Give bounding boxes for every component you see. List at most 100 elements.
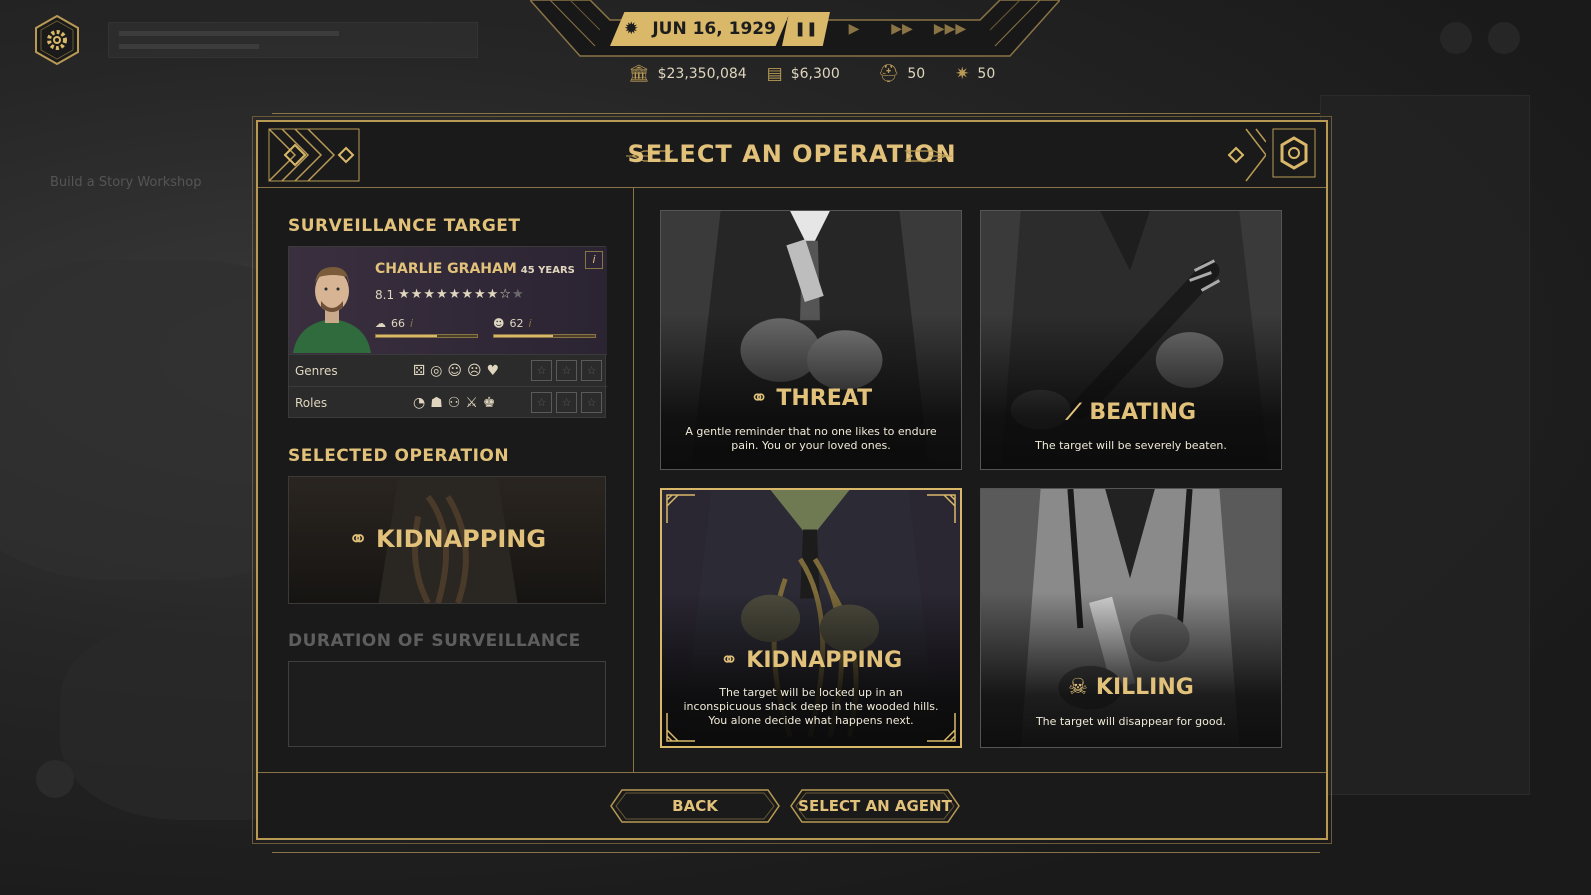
stat-info-icon: i: [410, 317, 414, 330]
operation-card-killing[interactable]: ☠ KILLING The target will disappear for g…: [980, 488, 1282, 748]
notification-bar[interactable]: [108, 22, 478, 58]
fast-forward-button[interactable]: ▶▶: [878, 12, 926, 46]
target-name-row: CHARLIE GRAHAM 45 YEARS: [375, 261, 575, 277]
target-name: CHARLIE GRAHAM: [375, 261, 517, 277]
target-stat-1: ☁ 66 i: [375, 317, 478, 338]
divider: [272, 113, 1320, 114]
target-portrait: [293, 267, 371, 353]
rating-value: 8.1: [375, 287, 395, 302]
empty-slot[interactable]: ☆: [531, 360, 552, 381]
left-column: SURVEILLANCE TARGET i CHARLIE GRAHAM 45 Y…: [258, 188, 634, 772]
drama-mask-icon[interactable]: ☹: [467, 363, 482, 379]
back-label: BACK: [672, 797, 718, 815]
fastest-forward-icon: ▶▶▶: [933, 21, 967, 37]
pause-button[interactable]: ❚❚: [782, 12, 830, 46]
surveillance-target-heading: SURVEILLANCE TARGET: [288, 216, 521, 236]
stat-2-bar: [493, 334, 596, 338]
dice-icon[interactable]: ⚄: [413, 363, 425, 379]
select-agent-button[interactable]: SELECT AN AGENT: [790, 789, 960, 823]
selected-operation-heading: SELECTED OPERATION: [288, 446, 510, 466]
rope-icon: ⚭: [347, 525, 369, 553]
empty-slot[interactable]: ☆: [556, 392, 577, 413]
fighter-icon[interactable]: ⚔: [465, 395, 478, 411]
back-button[interactable]: BACK: [610, 789, 780, 823]
selected-corner-ornament: [666, 494, 695, 523]
operation-title: ⚭ KIDNAPPING: [662, 648, 960, 673]
play-icon: ▶: [848, 21, 860, 37]
selected-operation-label: ⚭ KIDNAPPING: [289, 525, 605, 553]
comedy-mask-icon[interactable]: ☺: [447, 363, 462, 379]
rope-icon: ⚭: [719, 648, 739, 673]
empty-star-icon: ★: [511, 287, 525, 302]
sun-icon: ✹: [624, 19, 639, 39]
background-side-panel: [1320, 95, 1530, 795]
genre-icons: ⚄ ◎ ☺ ☹ ♥: [413, 363, 531, 379]
divider: [272, 852, 1320, 853]
selected-operation-card[interactable]: ⚭ KIDNAPPING: [288, 476, 606, 604]
empty-slot[interactable]: ☆: [581, 392, 602, 413]
empty-slot[interactable]: ☆: [531, 392, 552, 413]
map-action-button[interactable]: [36, 760, 74, 798]
settings-gear-icon[interactable]: [33, 14, 81, 66]
police-helmet-icon: ⛑: [877, 64, 900, 84]
bat-icon: ⟋: [1065, 400, 1082, 425]
target-card[interactable]: i CHARLIE GRAHAM 45 YEARS 8.1 ★★★★★★★★☆★ …: [288, 246, 607, 418]
play-button[interactable]: ▶: [830, 12, 878, 46]
selected-corner-ornament: [927, 494, 956, 523]
compass-icon[interactable]: ◎: [430, 363, 442, 379]
operation-description: The target will disappear for good.: [1035, 715, 1227, 728]
operation-card-beating[interactable]: ⟋ BEATING The target will be severely bea…: [980, 210, 1282, 470]
stat-2-value: 62: [509, 317, 524, 330]
info-icon[interactable]: i: [585, 251, 603, 269]
dialog-header: SELECT AN OPERATION: [258, 122, 1326, 188]
heat-stat[interactable]: ⛑ 50: [878, 64, 925, 84]
bank-stat[interactable]: 🏛 $23,350,084: [628, 64, 747, 84]
role-icons: ◔ ☗ ⚇ ⚔ ♚: [413, 395, 531, 411]
mask-icon: ☻: [493, 317, 505, 330]
profile-icon[interactable]: [1440, 22, 1472, 54]
empty-slot[interactable]: ☆: [581, 360, 602, 381]
operation-name: KIDNAPPING: [746, 648, 903, 673]
menu-icon[interactable]: [1488, 22, 1520, 54]
card-shade: [981, 489, 1281, 747]
cash-value: $6,300: [790, 66, 840, 82]
stat-1-value: 66: [391, 317, 405, 330]
select-agent-label: SELECT AN AGENT: [798, 797, 952, 815]
card-shade: [981, 211, 1281, 469]
popularity-icon: ☁: [375, 317, 386, 330]
pause-icon: ❚❚: [794, 21, 818, 37]
target-rating: 8.1 ★★★★★★★★☆★: [375, 287, 525, 302]
stat-2-fill: [494, 335, 553, 337]
current-date: JUN 16, 1929: [652, 19, 776, 39]
heart-icon[interactable]: ♥: [487, 363, 500, 379]
empty-slot[interactable]: ☆: [556, 360, 577, 381]
operation-card-kidnapping[interactable]: ⚭ KIDNAPPING The target will be locked up…: [660, 488, 962, 748]
roles-label: Roles: [295, 395, 328, 410]
villain-icon[interactable]: ♚: [483, 395, 496, 411]
time-speed-controls: ❚❚ ▶ ▶▶ ▶▶▶: [782, 12, 974, 46]
duration-heading: DURATION OF SURVEILLANCE: [288, 631, 581, 651]
cash-stat[interactable]: ▤ $6,300: [767, 64, 840, 84]
bank-value: $23,350,084: [657, 66, 747, 82]
top-right-icons: [1440, 22, 1520, 54]
select-operation-dialog: SELECT AN OPERATION SURVEILLANCE TARGET …: [256, 120, 1328, 840]
genres-label: Genres: [295, 363, 338, 378]
operation-description: The target will be locked up in an incon…: [683, 686, 939, 727]
influence-stat[interactable]: ✷ 50: [955, 64, 995, 84]
fastest-forward-button[interactable]: ▶▶▶: [926, 12, 974, 46]
skull-icon: ☠: [1068, 675, 1088, 700]
dialog-footer: BACK SELECT AN AGENT: [258, 772, 1326, 838]
fast-forward-icon: ▶▶: [891, 21, 913, 37]
operation-title: ☠ KILLING: [981, 675, 1281, 700]
heat-value: 50: [907, 66, 926, 82]
clock-icon[interactable]: ◔: [413, 395, 425, 411]
operation-title: ⚭ THREAT: [661, 386, 961, 411]
couple-icon[interactable]: ⚇: [448, 395, 461, 411]
operation-description: A gentle reminder that no one likes to e…: [685, 425, 937, 452]
elder-icon[interactable]: ☗: [430, 395, 443, 411]
brass-knuckles-icon: ⚭: [749, 386, 769, 411]
genres-row: Genres ⚄ ◎ ☺ ☹ ♥ ☆ ☆ ☆: [289, 354, 607, 386]
operation-card-threat[interactable]: ⚭ THREAT A gentle reminder that no one li…: [660, 210, 962, 470]
operation-name: BEATING: [1089, 400, 1197, 425]
stat-1-bar: [375, 334, 478, 338]
